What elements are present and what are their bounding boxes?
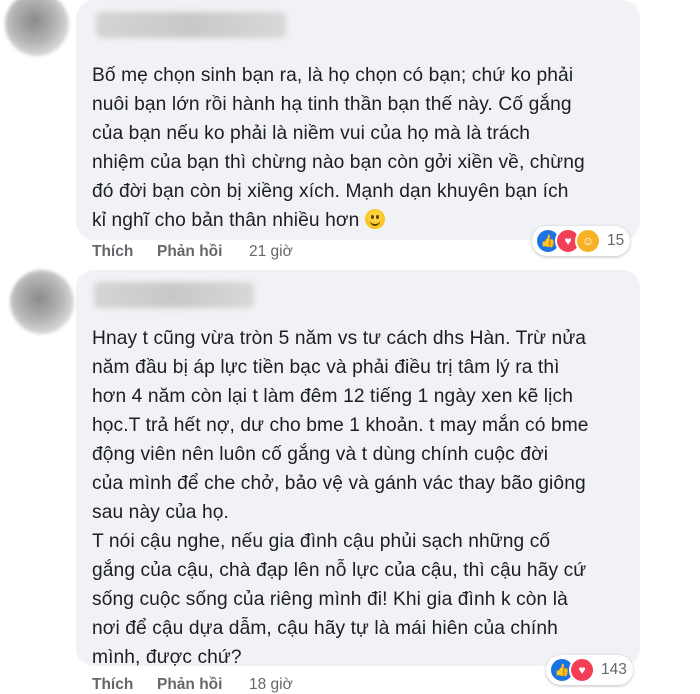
comment-line: mình, được chứ? <box>92 647 242 668</box>
comment-line: T nói cậu nghe, nếu gia đình cậu phủi sạ… <box>92 531 551 552</box>
reply-button[interactable]: Phản hồi <box>157 243 222 261</box>
love-reaction-icon: ♥ <box>569 657 595 683</box>
reaction-summary[interactable]: 👍 ♥ 143 <box>546 655 633 685</box>
timestamp[interactable]: 18 giờ <box>249 676 293 694</box>
commenter-name[interactable] <box>96 12 286 38</box>
comment-text: Hnay t cũng vừa tròn 5 năm vs tư cách dh… <box>92 324 589 672</box>
reply-button[interactable]: Phản hồi <box>157 676 222 694</box>
comment-line: của bạn nếu ko phải là niềm vui của họ m… <box>92 123 531 144</box>
like-button[interactable]: Thích <box>92 243 133 261</box>
comment-line: gắng của cậu, chà đạp lên nỗ lực của cậu… <box>92 560 587 581</box>
comment-line: nơi để cậu dựa dẫm, cậu hãy tự là mái hi… <box>92 618 558 639</box>
reaction-count: 143 <box>601 661 627 678</box>
comment-line: Bố mẹ chọn sinh bạn ra, là họ chọn có bạ… <box>92 65 574 86</box>
reaction-summary[interactable]: 👍 ♥ ☺ 15 <box>532 226 631 256</box>
comment-line: hơn 4 năm còn lại t làm đêm 12 tiếng 1 n… <box>92 386 573 407</box>
comment-line: đó đời bạn còn bị xiềng xích. Mạnh dạn k… <box>92 181 569 202</box>
commenter-name[interactable] <box>94 282 254 308</box>
comment-line: nuôi bạn lớn rồi hành hạ tinh thần bạn t… <box>92 94 572 115</box>
comment-line: Hnay t cũng vừa tròn 5 năm vs tư cách dh… <box>92 328 587 349</box>
timestamp[interactable]: 21 giờ <box>249 243 293 261</box>
comment-line: sống cuộc sống của riêng mình đi! Khi gi… <box>92 589 568 610</box>
care-reaction-icon: ☺ <box>575 228 601 254</box>
avatar[interactable] <box>10 270 74 334</box>
comment-line: học.T trả hết nợ, dư cho bme 1 khoản. t … <box>92 415 589 436</box>
comment-line: sau này của họ. <box>92 502 229 523</box>
reaction-count: 15 <box>607 232 625 249</box>
smile-emoji-icon <box>365 209 386 229</box>
avatar[interactable] <box>5 0 69 56</box>
comment-line: động viên nên luôn cố gắng và t dùng chí… <box>92 444 549 465</box>
comment-line: năm đầu bị áp lực tiền bạc và phải điều … <box>92 357 560 378</box>
comment-line: của mình để che chở, bảo vệ và gánh vác … <box>92 473 586 494</box>
like-button[interactable]: Thích <box>92 676 133 694</box>
comment-line: kỉ nghĩ cho bản thân nhiều hơn <box>92 206 585 235</box>
comment-line-text: kỉ nghĩ cho bản thân nhiều hơn <box>92 210 360 231</box>
comment-text: Bố mẹ chọn sinh bạn ra, là họ chọn có bạ… <box>92 61 585 235</box>
comment-line: nhiệm của bạn thì chừng nào bạn còn gởi … <box>92 152 585 173</box>
